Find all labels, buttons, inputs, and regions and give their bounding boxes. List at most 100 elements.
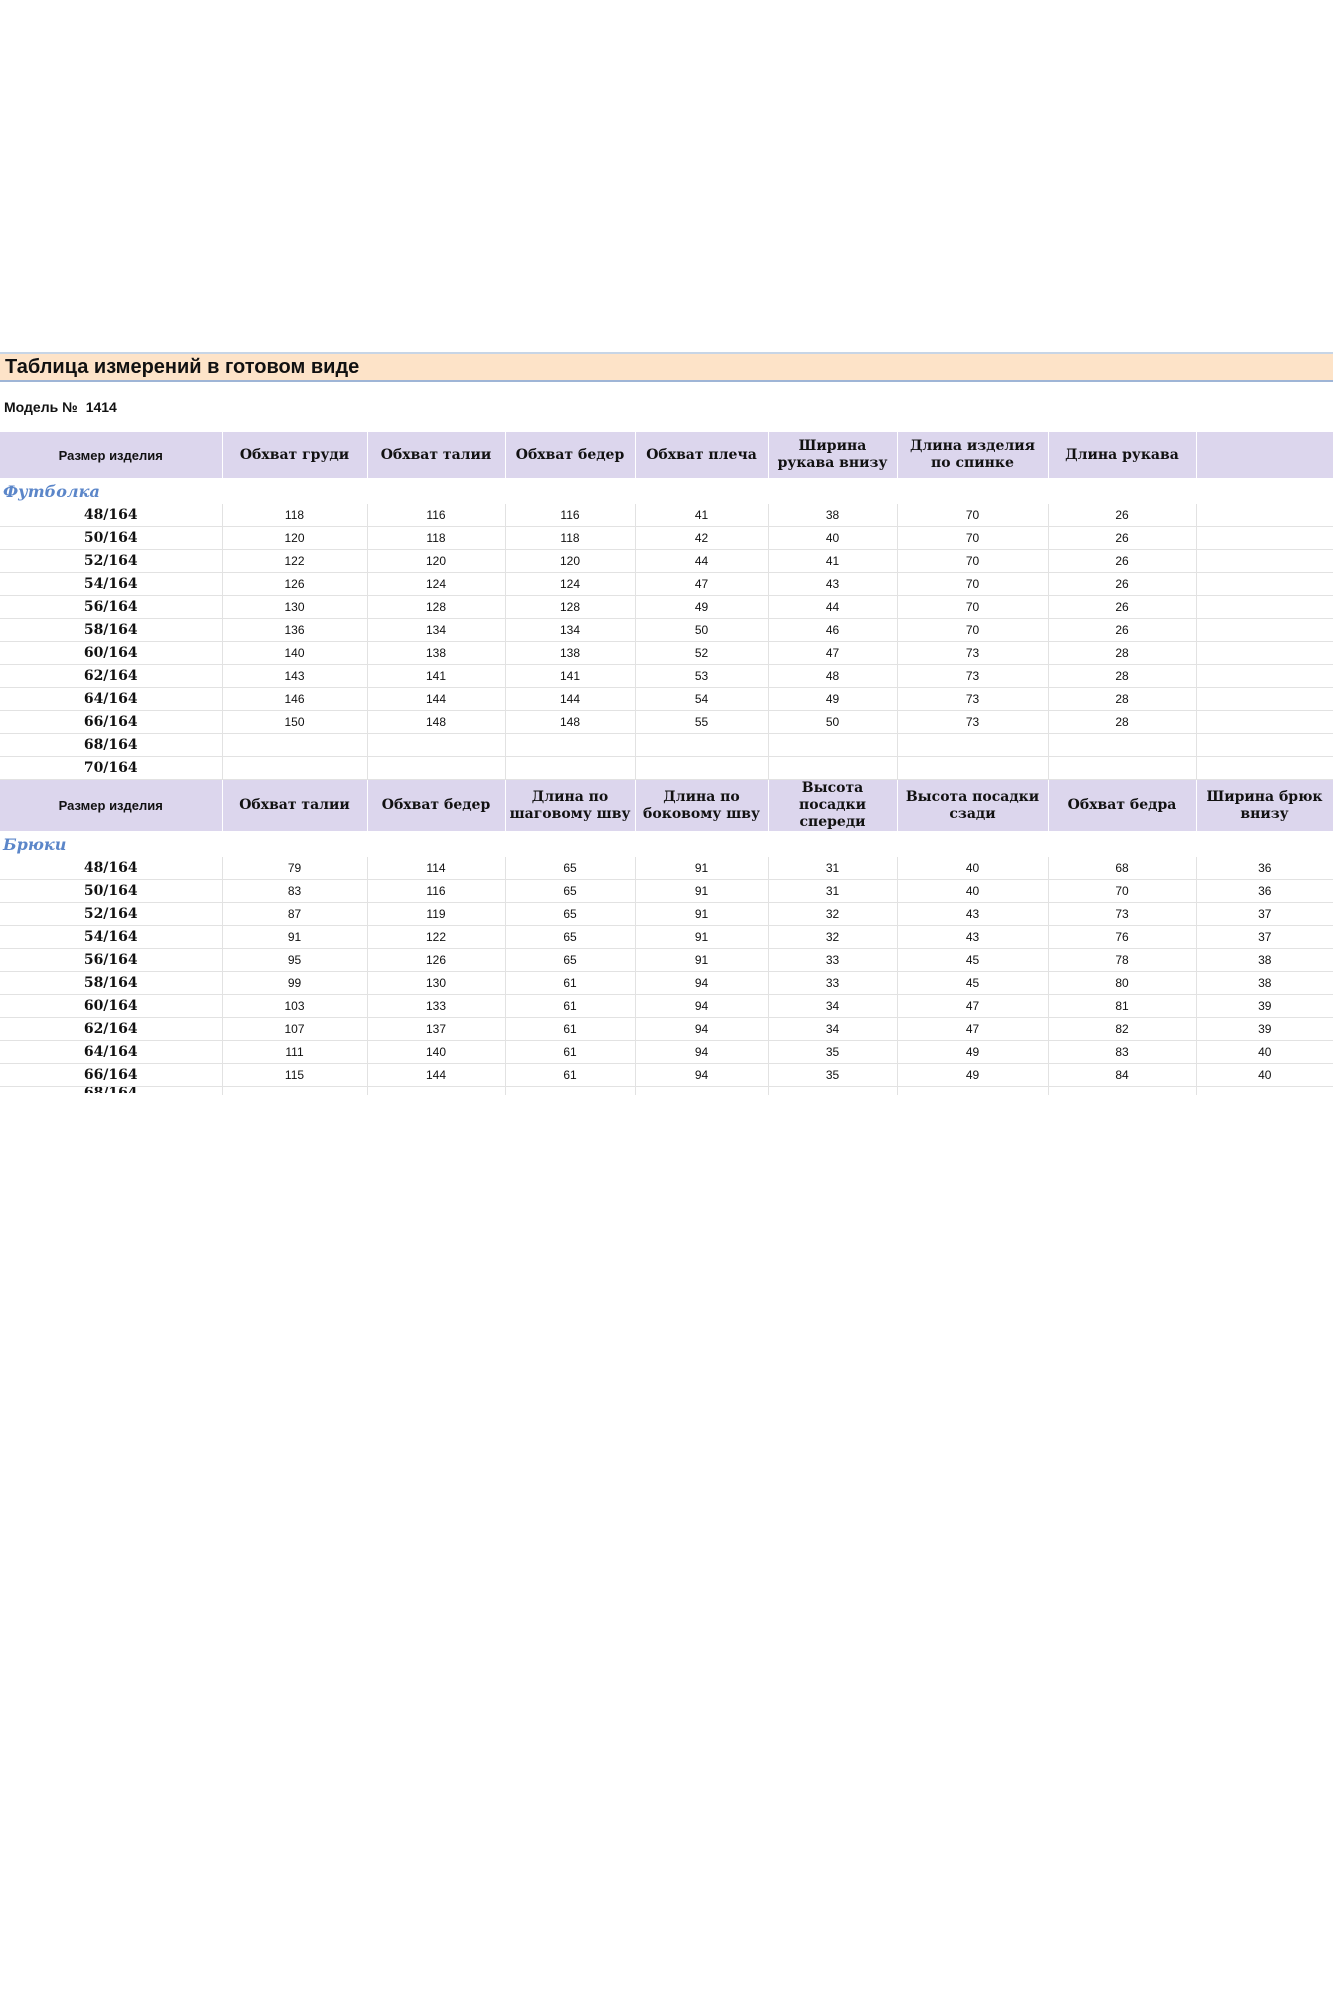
column-header: Длина рукава xyxy=(1048,432,1197,478)
value-cell: 91 xyxy=(635,948,769,972)
table-row: 56/164 95 126 65 91 33 45 78 38 xyxy=(0,948,1333,972)
value-cell: 40 xyxy=(768,526,898,550)
table-row: 60/164 140 138 138 52 47 73 28 xyxy=(0,641,1333,665)
value-cell: 118 xyxy=(505,526,636,550)
value-cell: 94 xyxy=(635,1063,769,1087)
size-cell: 70/164 xyxy=(0,756,223,780)
value-cell: 143 xyxy=(222,664,368,688)
value-cell: 144 xyxy=(505,687,636,711)
value-cell: 41 xyxy=(768,549,898,573)
value-cell xyxy=(897,733,1049,757)
value-cell: 107 xyxy=(222,1017,368,1041)
value-cell: 73 xyxy=(897,710,1049,734)
value-cell xyxy=(897,756,1049,780)
table-row: 50/164 120 118 118 42 40 70 26 xyxy=(0,526,1333,550)
value-cell: 73 xyxy=(1048,902,1197,926)
value-cell: 73 xyxy=(897,641,1049,665)
column-header: Длина изделия по спинке xyxy=(897,432,1049,478)
table-row: 58/164 99 130 61 94 33 45 80 38 xyxy=(0,971,1333,995)
value-cell: 38 xyxy=(1196,971,1333,995)
size-cell: 48/164 xyxy=(0,857,223,880)
value-cell: 70 xyxy=(1048,879,1197,903)
value-cell: 44 xyxy=(635,549,769,573)
column-header: Высота посадки спереди xyxy=(768,779,898,831)
value-cell: 28 xyxy=(1048,641,1197,665)
value-cell: 126 xyxy=(367,948,506,972)
size-cell: 60/164 xyxy=(0,994,223,1018)
table-row: 54/164 126 124 124 47 43 70 26 xyxy=(0,572,1333,596)
value-cell: 41 xyxy=(635,504,769,527)
column-header: Обхват бедер xyxy=(505,432,636,478)
value-cell xyxy=(1196,526,1333,550)
value-cell: 94 xyxy=(635,1017,769,1041)
value-cell: 148 xyxy=(367,710,506,734)
value-cell: 43 xyxy=(897,902,1049,926)
value-cell: 31 xyxy=(768,857,898,880)
value-cell: 118 xyxy=(367,526,506,550)
size-cell: 64/164 xyxy=(0,687,223,711)
value-cell: 37 xyxy=(1196,925,1333,949)
value-cell: 137 xyxy=(367,1017,506,1041)
value-cell: 136 xyxy=(222,618,368,642)
size-cell-cut: 68/164 xyxy=(0,1087,221,1094)
size-cell: 50/164 xyxy=(0,526,223,550)
table-row: 62/164 143 141 141 53 48 73 28 xyxy=(0,664,1333,688)
table-row: 64/164 146 144 144 54 49 73 28 xyxy=(0,687,1333,711)
table-row: 52/164 87 119 65 91 32 43 73 37 xyxy=(0,902,1333,926)
value-cell: 47 xyxy=(635,572,769,596)
value-cell: 133 xyxy=(367,994,506,1018)
column-header: Длина по боковому шву xyxy=(635,779,769,831)
value-cell: 134 xyxy=(505,618,636,642)
value-cell: 35 xyxy=(768,1040,898,1064)
value-cell: 54 xyxy=(635,687,769,711)
value-cell: 148 xyxy=(505,710,636,734)
value-cell: 55 xyxy=(635,710,769,734)
value-cell: 36 xyxy=(1196,857,1333,880)
column-header: Длина по шаговому шву xyxy=(505,779,636,831)
value-cell xyxy=(1048,733,1197,757)
value-cell: 87 xyxy=(222,902,368,926)
value-cell xyxy=(768,756,898,780)
size-cell: 68/164 xyxy=(0,733,223,757)
value-cell: 119 xyxy=(367,902,506,926)
value-cell: 44 xyxy=(768,595,898,619)
value-cell: 36 xyxy=(1196,879,1333,903)
size-cell: 58/164 xyxy=(0,618,223,642)
value-cell: 84 xyxy=(1048,1063,1197,1087)
value-cell: 28 xyxy=(1048,664,1197,688)
value-cell: 83 xyxy=(1048,1040,1197,1064)
value-cell: 26 xyxy=(1048,549,1197,573)
value-cell xyxy=(1196,756,1333,780)
section-label: Брюки xyxy=(3,834,67,854)
table-row: 48/164 118 116 116 41 38 70 26 xyxy=(0,504,1333,527)
value-cell: 128 xyxy=(367,595,506,619)
value-cell: 26 xyxy=(1048,618,1197,642)
column-header: Ширина брюк внизу xyxy=(1196,779,1333,831)
header-row: Размер изделия Обхват груди Обхват талии Об… xyxy=(0,432,1333,478)
value-cell: 49 xyxy=(897,1040,1049,1064)
value-cell: 46 xyxy=(768,618,898,642)
value-cell: 40 xyxy=(897,857,1049,880)
value-cell: 122 xyxy=(367,925,506,949)
table-row: 60/164 103 133 61 94 34 47 81 39 xyxy=(0,994,1333,1018)
value-cell: 49 xyxy=(635,595,769,619)
value-cell xyxy=(1048,756,1197,780)
sheet-title: Таблица измерений в готовом виде xyxy=(0,352,1333,382)
value-cell: 120 xyxy=(367,549,506,573)
size-cell: 62/164 xyxy=(0,1017,223,1041)
column-header: Обхват бедер xyxy=(367,779,506,831)
value-cell: 70 xyxy=(897,504,1049,527)
value-cell: 65 xyxy=(505,857,636,880)
value-cell: 26 xyxy=(1048,572,1197,596)
table-row: 58/164 136 134 134 50 46 70 26 xyxy=(0,618,1333,642)
value-cell: 76 xyxy=(1048,925,1197,949)
value-cell: 91 xyxy=(635,925,769,949)
value-cell: 61 xyxy=(505,1017,636,1041)
value-cell xyxy=(1196,641,1333,665)
table-row: 62/164 107 137 61 94 34 47 82 39 xyxy=(0,1017,1333,1041)
value-cell: 68 xyxy=(1048,857,1197,880)
value-cell: 91 xyxy=(635,857,769,880)
column-header: Ширина рукава внизу xyxy=(768,432,898,478)
value-cell xyxy=(1196,572,1333,596)
table-row: 50/164 83 116 65 91 31 40 70 36 xyxy=(0,879,1333,903)
